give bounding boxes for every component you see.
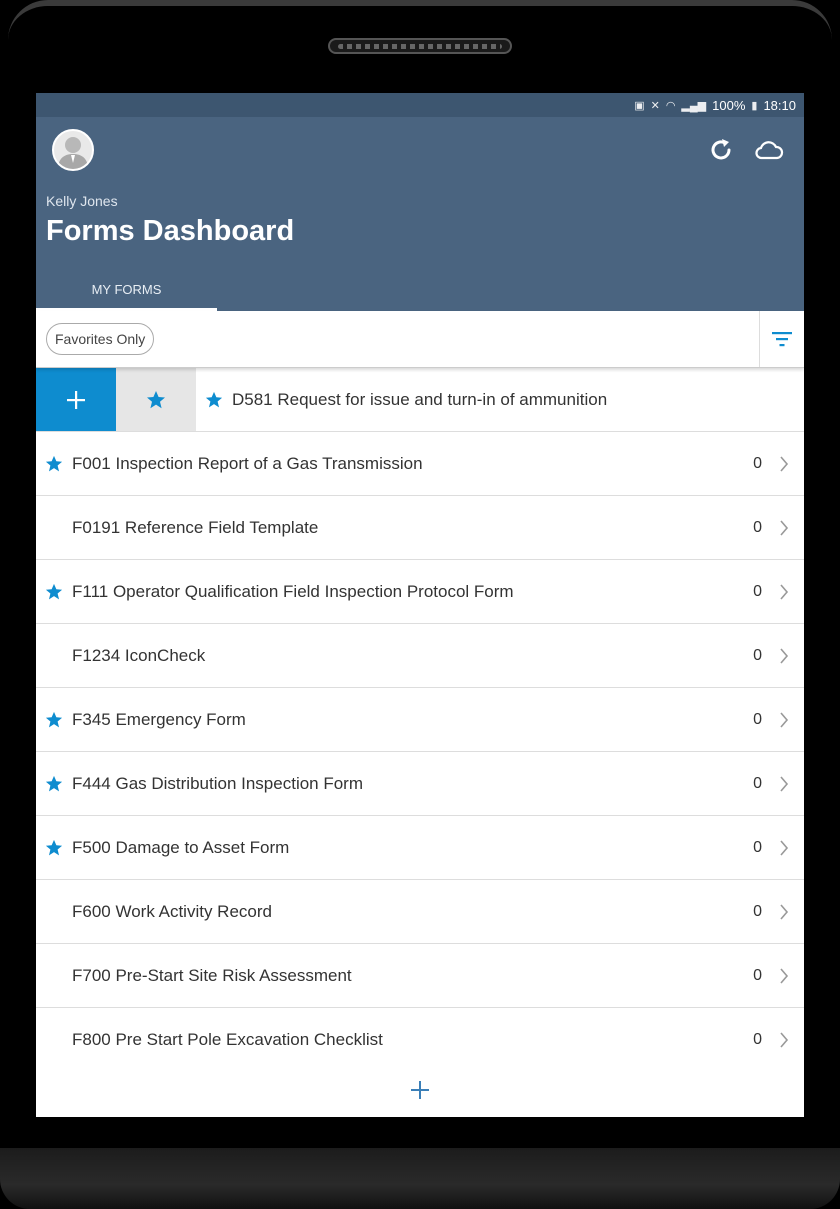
row-chevron — [772, 519, 796, 536]
form-row[interactable]: F500 Damage to Asset Form 0 — [36, 816, 804, 880]
form-row[interactable]: F600 Work Activity Record 0 — [36, 880, 804, 944]
chevron-right-icon — [780, 903, 789, 920]
chevron-right-icon — [780, 647, 789, 664]
cloud-icon — [755, 141, 784, 160]
row-chevron — [772, 775, 796, 792]
star-icon — [45, 455, 63, 471]
favorite-indicator — [36, 711, 72, 729]
form-row[interactable]: F111 Operator Qualification Field Inspec… — [36, 560, 804, 624]
sync-button[interactable] — [754, 135, 784, 165]
form-label: F700 Pre-Start Site Risk Assessment — [72, 965, 352, 985]
form-row[interactable]: F700 Pre-Start Site Risk Assessment 0 — [36, 944, 804, 1008]
tablet-frame: ▣ ✕ ◠ ▂▄▆ 100% ▮ 18:10 Kelly Jones Forms… — [0, 0, 840, 1209]
form-row[interactable]: F345 Emergency Form 0 — [36, 688, 804, 752]
user-silhouette-icon — [58, 137, 88, 169]
chevron-right-icon — [780, 967, 789, 984]
row-chevron — [772, 1031, 796, 1048]
chevron-right-icon — [780, 839, 789, 856]
chevron-right-icon — [780, 711, 789, 728]
wifi-icon: ◠ — [665, 99, 676, 112]
chevron-right-icon — [780, 455, 789, 472]
form-count: 0 — [753, 902, 762, 920]
app-header: Kelly Jones Forms Dashboard MY FORMS — [36, 117, 804, 311]
favorite-indicator — [36, 583, 72, 601]
form-count: 0 — [753, 1030, 762, 1048]
filter-bar: Favorites Only — [36, 311, 804, 368]
form-count: 0 — [753, 710, 762, 728]
form-count: 0 — [753, 454, 762, 472]
refresh-button[interactable] — [706, 135, 736, 165]
avatar[interactable] — [52, 129, 94, 171]
chevron-right-icon — [780, 1031, 789, 1048]
device-bottom-bezel — [0, 1148, 840, 1209]
form-count: 0 — [753, 966, 762, 984]
plus-icon — [411, 1081, 429, 1099]
form-count: 0 — [753, 646, 762, 664]
star-icon — [45, 583, 63, 599]
form-label: F1234 IconCheck — [72, 645, 206, 665]
row-chevron — [772, 839, 796, 856]
form-row[interactable]: F1234 IconCheck 0 — [36, 624, 804, 688]
form-row[interactable]: F0191 Reference Field Template 0 — [36, 496, 804, 560]
favorite-toggle-button[interactable] — [116, 368, 196, 431]
star-icon — [45, 775, 63, 791]
favorite-indicator — [36, 775, 72, 793]
mute-icon: ✕ — [650, 99, 660, 112]
form-label: F001 Inspection Report of a Gas Transmis… — [72, 453, 423, 473]
battery-level: 100% — [712, 97, 746, 113]
form-label: F444 Gas Distribution Inspection Form — [72, 773, 364, 793]
form-row-swiped[interactable]: D581 Request for issue and turn-in of am… — [36, 368, 804, 432]
add-form-button[interactable] — [36, 1063, 804, 1117]
tab-my-forms[interactable]: MY FORMS — [36, 271, 217, 311]
row-chevron — [772, 967, 796, 984]
chevron-right-icon — [780, 583, 789, 600]
form-count: 0 — [753, 582, 762, 600]
status-bar: ▣ ✕ ◠ ▂▄▆ 100% ▮ 18:10 — [36, 93, 804, 117]
chevron-right-icon — [780, 519, 789, 536]
plus-icon — [67, 390, 85, 409]
row-chevron — [772, 903, 796, 920]
favorite-indicator — [36, 455, 72, 473]
filter-button[interactable] — [759, 311, 804, 367]
app-screen: ▣ ✕ ◠ ▂▄▆ 100% ▮ 18:10 Kelly Jones Forms… — [36, 93, 804, 1117]
sim-icon: ▣ — [634, 99, 645, 112]
form-label: D581 Request for issue and turn-in of am… — [232, 389, 608, 409]
new-form-button[interactable] — [36, 368, 116, 431]
form-row[interactable]: F001 Inspection Report of a Gas Transmis… — [36, 432, 804, 496]
form-label: F111 Operator Qualification Field Inspec… — [72, 581, 514, 601]
chevron-right-icon — [780, 775, 789, 792]
form-count: 0 — [753, 838, 762, 856]
favorites-only-chip[interactable]: Favorites Only — [46, 323, 155, 355]
form-label: F800 Pre Start Pole Excavation Checklist — [72, 1029, 383, 1049]
star-icon — [45, 711, 63, 727]
form-list: F001 Inspection Report of a Gas Transmis… — [36, 432, 804, 1072]
favorite-indicator — [36, 839, 72, 857]
user-name: Kelly Jones — [46, 193, 118, 209]
form-label: F600 Work Activity Record — [72, 901, 272, 921]
form-count: 0 — [753, 518, 762, 536]
page-title: Forms Dashboard — [46, 215, 295, 247]
clock: 18:10 — [763, 97, 796, 113]
star-icon — [45, 839, 63, 855]
row-chevron — [772, 711, 796, 728]
row-chevron — [772, 455, 796, 472]
form-count: 0 — [753, 774, 762, 792]
battery-icon: ▮ — [751, 99, 758, 112]
refresh-icon — [711, 139, 731, 160]
star-icon — [147, 390, 165, 408]
form-row[interactable]: F444 Gas Distribution Inspection Form 0 — [36, 752, 804, 816]
signal-icon: ▂▄▆ — [681, 99, 707, 112]
form-label: F500 Damage to Asset Form — [72, 837, 290, 857]
row-chevron — [772, 583, 796, 600]
star-icon — [205, 391, 223, 407]
filter-icon — [772, 332, 792, 347]
form-label: F0191 Reference Field Template — [72, 517, 319, 537]
row-chevron — [772, 647, 796, 664]
favorite-indicator — [196, 391, 232, 409]
speaker-grille — [328, 38, 512, 54]
form-label: F345 Emergency Form — [72, 709, 246, 729]
